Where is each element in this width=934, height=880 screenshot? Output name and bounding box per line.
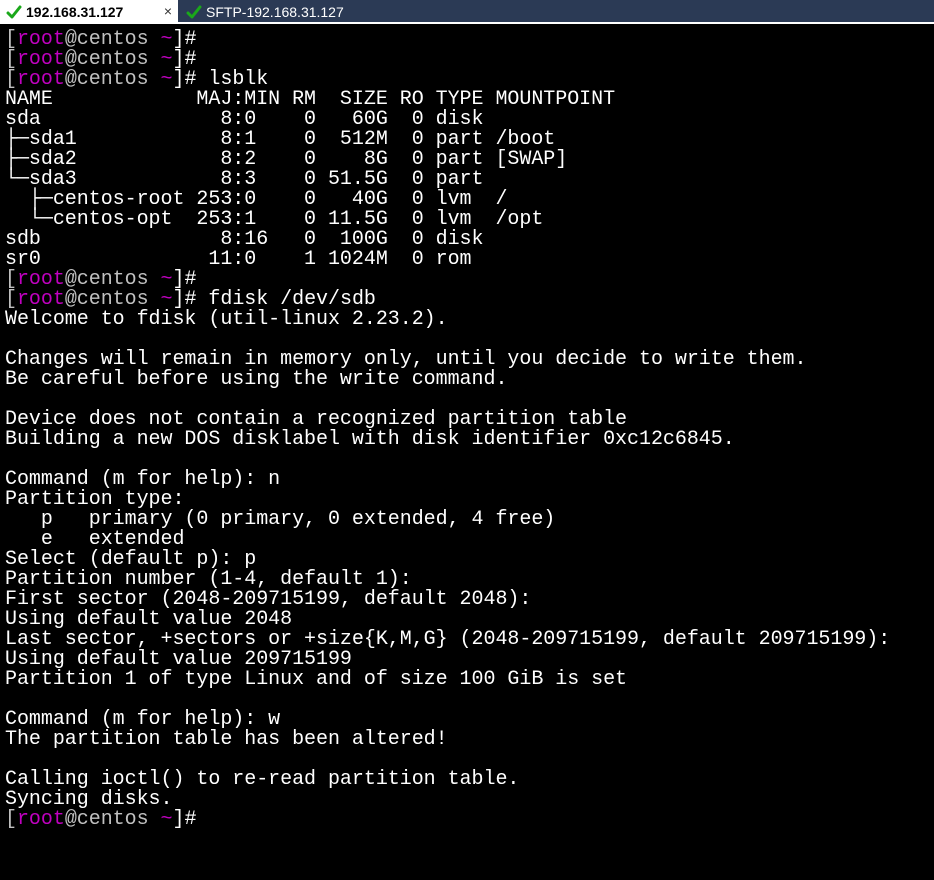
tab-sftp-session[interactable]: SFTP-192.168.31.127 xyxy=(180,0,380,24)
connected-check-icon xyxy=(6,5,22,19)
output-line: The partition table has been altered! xyxy=(5,728,448,751)
output-line: ├─centos-root 253:0 0 40G 0 lvm / xyxy=(5,188,508,211)
output-line: e extended xyxy=(5,528,185,551)
prompt-open-bracket: [ xyxy=(5,808,17,831)
output-line: Partition type: xyxy=(5,488,185,511)
output-line: NAME MAJ:MIN RM SIZE RO TYPE MOUNTPOINT xyxy=(5,88,616,111)
output-line: Command (m for help): n xyxy=(5,468,281,491)
output-line: Using default value 2048 xyxy=(5,608,293,631)
shell-prompt-line: [root@centos ~]# xyxy=(5,810,196,830)
shell-prompt-line: [root@centos ~]# xyxy=(5,30,196,50)
output-line: Be careful before using the write comman… xyxy=(5,368,508,391)
prompt-close: ]# xyxy=(172,808,197,831)
shell-prompt-line: [root@centos ~]# xyxy=(5,50,196,70)
shell-prompt-line: [root@centos ~]# lsblk xyxy=(5,70,268,90)
output-line: Welcome to fdisk (util-linux 2.23.2). xyxy=(5,308,448,331)
output-line: sdb 8:16 0 100G 0 disk xyxy=(5,228,484,251)
output-line: ├─sda1 8:1 0 512M 0 part /boot xyxy=(5,128,556,151)
output-line: Calling ioctl() to re-read partition tab… xyxy=(5,768,520,791)
output-line: Partition number (1-4, default 1): xyxy=(5,568,412,591)
output-line: Command (m for help): w xyxy=(5,708,281,731)
prompt-host: @centos xyxy=(64,808,161,831)
tab-label: SFTP-192.168.31.127 xyxy=(206,4,344,20)
output-line: Using default value 209715199 xyxy=(5,648,352,671)
close-tab-icon[interactable]: × xyxy=(164,3,172,19)
output-line: └─centos-opt 253:1 0 11.5G 0 lvm /opt xyxy=(5,208,544,231)
prompt-user: root xyxy=(16,808,65,831)
output-line: sr0 11:0 1 1024M 0 rom xyxy=(5,248,472,271)
output-line: └─sda3 8:3 0 51.5G 0 part xyxy=(5,168,484,191)
shell-prompt-line: [root@centos ~]# xyxy=(5,270,196,290)
connected-check-icon xyxy=(186,5,202,19)
output-line: p primary (0 primary, 0 extended, 4 free… xyxy=(5,508,556,531)
output-line: sda 8:0 0 60G 0 disk xyxy=(5,108,484,131)
output-line: Changes will remain in memory only, unti… xyxy=(5,348,807,371)
tab-label: 192.168.31.127 xyxy=(26,4,124,20)
tab-ssh-session[interactable]: 192.168.31.127 × xyxy=(0,0,178,24)
output-line: Syncing disks. xyxy=(5,788,173,811)
output-line: ├─sda2 8:2 0 8G 0 part [SWAP] xyxy=(5,148,568,171)
output-line: Building a new DOS disklabel with disk i… xyxy=(5,428,735,451)
shell-prompt-line: [root@centos ~]# fdisk /dev/sdb xyxy=(5,290,376,310)
output-line: Partition 1 of type Linux and of size 10… xyxy=(5,668,628,691)
terminal-output[interactable]: [root@centos ~]# [root@centos ~]# [root@ce… xyxy=(0,30,934,880)
output-line: First sector (2048-209715199, default 20… xyxy=(5,588,532,611)
prompt-cwd: ~ xyxy=(160,808,173,831)
session-tab-bar: 192.168.31.127 × SFTP-192.168.31.127 xyxy=(0,0,934,24)
output-line: Select (default p): p xyxy=(5,548,257,571)
output-line: Last sector, +sectors or +size{K,M,G} (2… xyxy=(5,628,891,651)
output-line: Device does not contain a recognized par… xyxy=(5,408,628,431)
